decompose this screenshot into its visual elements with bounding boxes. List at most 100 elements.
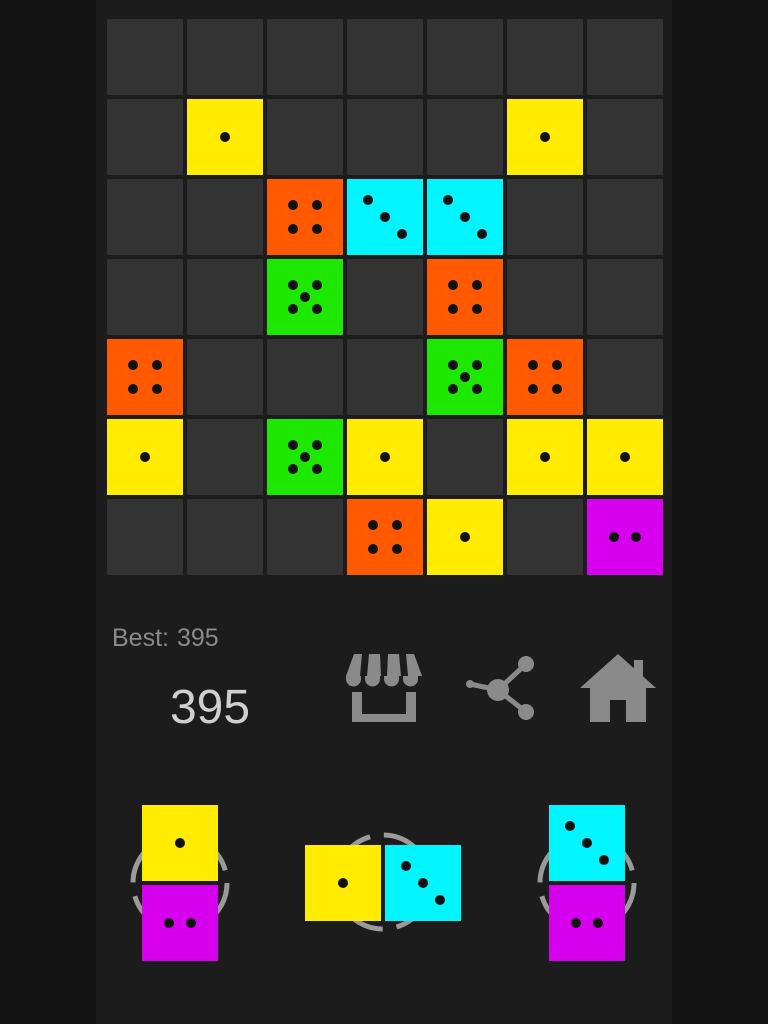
home-icon	[580, 654, 656, 722]
board-cell-empty[interactable]	[187, 259, 263, 335]
board-cell-empty[interactable]	[267, 19, 343, 95]
die-pip	[472, 384, 482, 394]
die-pip	[152, 384, 162, 394]
board-cell-empty[interactable]	[267, 499, 343, 575]
share-button[interactable]	[460, 650, 544, 734]
die-pip	[460, 372, 470, 382]
die-pip	[443, 195, 453, 205]
die-magenta-2	[142, 885, 218, 961]
share-icon	[466, 656, 534, 720]
board-cell-empty[interactable]	[507, 19, 583, 95]
die-pip	[582, 838, 592, 848]
die-orange-4	[107, 339, 183, 415]
board-cell-empty[interactable]	[187, 499, 263, 575]
die-pip	[460, 212, 470, 222]
best-score: Best: 395	[112, 624, 219, 653]
die-pip	[312, 200, 322, 210]
board-cell-empty[interactable]	[187, 179, 263, 255]
die-pip	[288, 464, 298, 474]
board-cell-empty[interactable]	[427, 419, 503, 495]
die-pip	[164, 918, 174, 928]
board-cell-empty[interactable]	[427, 19, 503, 95]
board-cell-empty[interactable]	[267, 339, 343, 415]
board-cell-empty[interactable]	[507, 259, 583, 335]
board-cell-empty[interactable]	[427, 99, 503, 175]
die-pip	[186, 918, 196, 928]
die-yellow-1	[427, 499, 503, 575]
die-pip	[448, 360, 458, 370]
board-cell-empty[interactable]	[587, 19, 663, 95]
die-orange-4	[427, 259, 503, 335]
board-cell-empty[interactable]	[587, 339, 663, 415]
die-pip	[392, 544, 402, 554]
die-pip	[397, 229, 407, 239]
die-pip	[448, 384, 458, 394]
board-cell-empty[interactable]	[187, 19, 263, 95]
die-yellow-1	[305, 845, 381, 921]
best-score-value: 395	[176, 624, 219, 652]
board-cell-empty[interactable]	[507, 499, 583, 575]
die-cyan-3	[427, 179, 503, 255]
board-cell-empty[interactable]	[347, 99, 423, 175]
board-cell-empty[interactable]	[347, 19, 423, 95]
die-green-5	[267, 259, 343, 335]
piece-slot-2[interactable]	[305, 830, 461, 934]
board-cell-empty[interactable]	[107, 259, 183, 335]
board-cell-empty[interactable]	[507, 179, 583, 255]
die-pip	[368, 520, 378, 530]
board-cell-empty[interactable]	[107, 19, 183, 95]
die-green-5	[427, 339, 503, 415]
die-magenta-2	[587, 499, 663, 575]
die-orange-4	[347, 499, 423, 575]
board-cell-empty[interactable]	[587, 179, 663, 255]
die-pip	[312, 464, 322, 474]
die-pip	[128, 360, 138, 370]
die-pip	[368, 544, 378, 554]
board-cell-empty[interactable]	[107, 179, 183, 255]
current-score: 395	[169, 681, 251, 734]
die-pip	[401, 861, 411, 871]
die-pip	[128, 384, 138, 394]
die-pip	[312, 440, 322, 450]
die-pip	[288, 304, 298, 314]
die-pip	[175, 838, 185, 848]
die-pip	[552, 360, 562, 370]
die-pip	[540, 452, 550, 462]
die-pip	[380, 212, 390, 222]
die-pip	[300, 292, 310, 302]
die-pip	[288, 200, 298, 210]
board-cell-empty[interactable]	[587, 259, 663, 335]
board-cell-empty[interactable]	[347, 259, 423, 335]
die-pip	[593, 918, 603, 928]
die-pip	[472, 360, 482, 370]
piece-slot-1[interactable]	[128, 805, 232, 961]
die-pip	[363, 195, 373, 205]
die-pip	[300, 452, 310, 462]
board-cell-empty[interactable]	[187, 419, 263, 495]
shop-button[interactable]	[342, 650, 426, 734]
die-pip	[448, 304, 458, 314]
game-board[interactable]	[107, 19, 663, 575]
die-pip	[620, 452, 630, 462]
die-pip	[472, 304, 482, 314]
board-cell-empty[interactable]	[107, 499, 183, 575]
board-cell-empty[interactable]	[267, 99, 343, 175]
die-pip	[565, 821, 575, 831]
board-cell-empty[interactable]	[187, 339, 263, 415]
die-pip	[477, 229, 487, 239]
die-yellow-1	[347, 419, 423, 495]
home-button[interactable]	[576, 650, 660, 734]
die-pip	[288, 440, 298, 450]
die-yellow-1	[587, 419, 663, 495]
die-yellow-1	[507, 419, 583, 495]
piece-slot-3[interactable]	[535, 805, 639, 961]
die-pip	[435, 895, 445, 905]
die-cyan-3	[385, 845, 461, 921]
board-cell-empty[interactable]	[587, 99, 663, 175]
board-cell-empty[interactable]	[107, 99, 183, 175]
die-pip	[599, 855, 609, 865]
die-orange-4	[267, 179, 343, 255]
board-cell-empty[interactable]	[347, 339, 423, 415]
die-pip	[140, 452, 150, 462]
die-pip	[312, 280, 322, 290]
